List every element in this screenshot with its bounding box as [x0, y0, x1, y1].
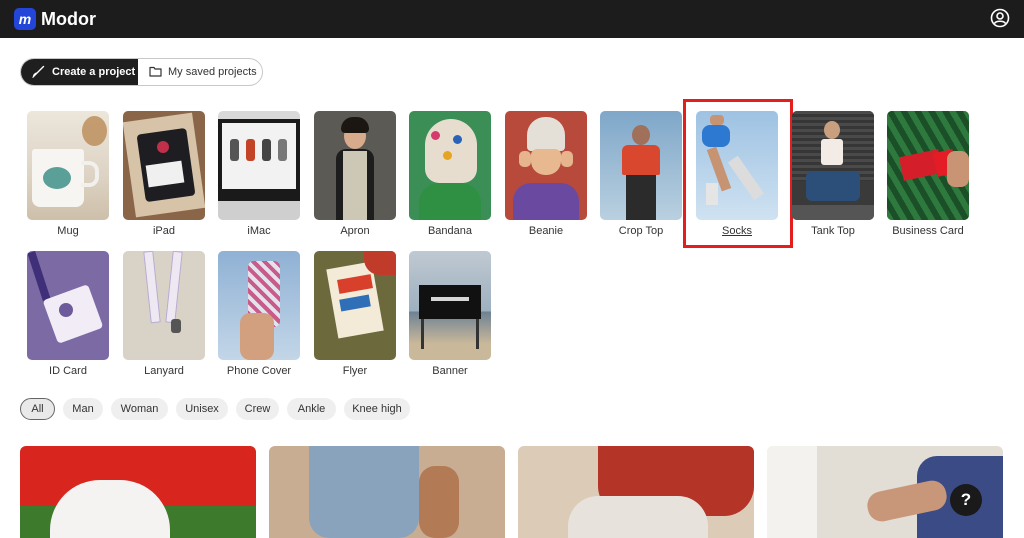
selection-highlight: [683, 99, 793, 248]
mockup-photo-card[interactable]: [269, 446, 505, 538]
banner-thumbnail: [409, 251, 491, 360]
filter-ankle[interactable]: Ankle: [287, 398, 336, 420]
mockup-photo-card[interactable]: [20, 446, 256, 538]
business-card-thumbnail: [887, 111, 969, 220]
mockup-photo-card[interactable]: [518, 446, 754, 538]
product-label: iMac: [247, 225, 271, 237]
product-label: Lanyard: [144, 365, 184, 377]
beanie-thumbnail: [505, 111, 587, 220]
lanyard-thumbnail: [123, 251, 205, 360]
product-label: Business Card: [892, 225, 964, 237]
saved-projects-button[interactable]: My saved projects: [138, 59, 262, 85]
product-label: Banner: [432, 365, 468, 377]
apron-thumbnail: [314, 111, 396, 220]
bandana-thumbnail: [409, 111, 491, 220]
create-project-button[interactable]: Create a project: [21, 59, 138, 85]
phone-cover-thumbnail: [218, 251, 300, 360]
filter-unisex[interactable]: Unisex: [176, 398, 228, 420]
product-label: Crop Top: [618, 225, 664, 237]
folder-icon: [149, 66, 162, 77]
user-circle-icon[interactable]: [990, 8, 1010, 28]
help-button[interactable]: ?: [950, 484, 982, 516]
brand-name[interactable]: Modor: [41, 8, 96, 30]
product-label: Apron: [340, 225, 370, 237]
imac-thumbnail: [218, 111, 300, 220]
tank-top-thumbnail: [792, 111, 874, 220]
filter-all[interactable]: All: [20, 398, 55, 420]
product-label: Mug: [57, 225, 79, 237]
mug-thumbnail: [27, 111, 109, 220]
product-label: Beanie: [528, 225, 564, 237]
product-label: Phone Cover: [226, 365, 292, 377]
id-card-thumbnail: [27, 251, 109, 360]
flyer-thumbnail: [314, 251, 396, 360]
brush-icon: [32, 65, 45, 78]
saved-projects-label: My saved projects: [168, 66, 257, 78]
filter-crew[interactable]: Crew: [236, 398, 279, 420]
create-project-label: Create a project: [52, 66, 136, 78]
filter-man[interactable]: Man: [63, 398, 103, 420]
product-label: iPad: [152, 225, 176, 237]
crop-top-thumbnail: [600, 111, 682, 220]
project-toggle: Create a project My saved projects: [20, 58, 263, 86]
filter-woman[interactable]: Woman: [111, 398, 168, 420]
product-label: Tank Top: [811, 225, 855, 237]
top-bar: m Modor: [0, 0, 1024, 38]
modor-logo-icon[interactable]: m: [14, 8, 36, 30]
product-label: ID Card: [49, 365, 87, 377]
filter-knee-high[interactable]: Knee high: [344, 398, 410, 420]
ipad-thumbnail: [123, 111, 205, 220]
product-label: Bandana: [427, 225, 473, 237]
product-label: Flyer: [342, 365, 368, 377]
